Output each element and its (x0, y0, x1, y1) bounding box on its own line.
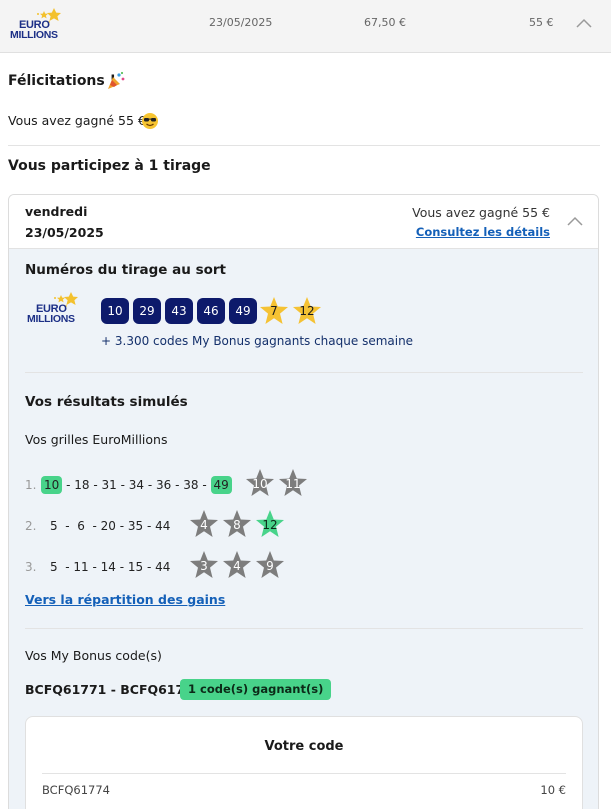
grids-label: Vos grilles EuroMillions (25, 432, 168, 447)
code-box-title: Votre code (264, 739, 344, 754)
bonus-codes-range: BCFQ61771 - BCFQ61797 (25, 682, 202, 697)
star-number: 7 (270, 304, 278, 318)
grid-row: 3. 5 - 11 - 14 - 15 - 44 3 4 9 (25, 550, 585, 582)
draw-ball: 49 (229, 298, 257, 324)
grid-star-hit: 12 (255, 509, 285, 539)
winning-codes-badge: 1 code(s) gagnant(s) (180, 679, 332, 700)
grid-row: 2. 5 - 6 - 20 - 35 - 44 4 8 12 (25, 509, 585, 541)
chevron-up-icon[interactable] (566, 215, 584, 227)
grid-number: 31 (101, 478, 117, 492)
repartition-link[interactable]: Vers la répartition des gains (25, 592, 225, 607)
grid-star: 9 (255, 550, 285, 580)
draw-date: 23/05/2025 (25, 225, 104, 240)
grid-star: 11 (278, 468, 308, 498)
draw-card: vendredi 23/05/2025 Vous avez gagné 55 €… (8, 194, 599, 809)
grid-number: 5 (50, 519, 58, 533)
star-number: 8 (233, 518, 241, 532)
grid-number: 11 (73, 560, 89, 574)
grid-numbers: 10 - 18 - 31 - 34 - 36 - 38 - 49 (41, 476, 232, 494)
grid-numbers: 5 - 11 - 14 - 15 - 44 (50, 560, 171, 574)
participate-title: Vous participez à 1 tirage (8, 158, 211, 174)
results-title: Vos résultats simulés (25, 394, 188, 410)
party-popper-icon (108, 71, 125, 89)
divider (8, 145, 600, 146)
draw-won-text: Vous avez gagné 55 € (412, 205, 550, 220)
grid-star: 10 (245, 468, 275, 498)
draw-ball: 29 (133, 298, 161, 324)
grid-row: 1. 10 - 18 - 31 - 34 - 36 - 38 - 49 10 1… (25, 468, 585, 500)
details-link[interactable]: Consultez les détails (416, 225, 550, 239)
star-number: 10 (252, 477, 268, 491)
bonus-codes-label: Vos My Bonus code(s) (25, 648, 162, 663)
divider (42, 773, 566, 774)
grid-number: 36 (156, 478, 172, 492)
grid-numbers: 5 - 6 - 20 - 35 - 44 (50, 519, 171, 533)
grid-number: 38 (183, 478, 199, 492)
bonus-code-amount: 10 € (540, 783, 566, 797)
grid-number-hit: 49 (210, 476, 232, 494)
grid-number: 35 (127, 519, 144, 533)
euromillions-logo: EURO MILLIONS (27, 292, 87, 326)
summary-won: 55 € (529, 16, 554, 29)
draw-lucky-star: 12 (292, 296, 322, 326)
summary-date: 23/05/2025 (209, 16, 273, 29)
grid-number: 20 (100, 519, 116, 533)
star-number: 9 (266, 559, 274, 573)
logo-millions-text: MILLIONS (27, 313, 75, 325)
logo-millions-text: MILLIONS (10, 29, 58, 41)
draw-numbers-title: Numéros du tirage au sort (25, 262, 226, 278)
won-amount-text: Vous avez gagné 55 € (8, 113, 146, 128)
euromillions-logo: EURO MILLIONS (10, 8, 70, 42)
chevron-up-icon[interactable] (575, 17, 593, 29)
divider (25, 372, 583, 373)
bonus-code-value: BCFQ61774 (42, 783, 110, 797)
draw-card-header[interactable]: vendredi 23/05/2025 Vous avez gagné 55 €… (9, 195, 598, 249)
grid-number: 5 (50, 560, 58, 574)
sunglasses-emoji-icon (142, 113, 158, 129)
draw-day: vendredi (25, 204, 88, 219)
star-number: 4 (200, 518, 208, 532)
congrats-title: Félicitations ! (8, 73, 116, 89)
bonus-code-box: Votre code BCFQ61774 10 € (25, 716, 583, 809)
star-number: 12 (299, 304, 315, 318)
bonus-note: + 3.300 codes My Bonus gagnants chaque s… (101, 334, 414, 348)
grid-star: 3 (189, 550, 219, 580)
draw-ball: 46 (197, 298, 225, 324)
star-number: 11 (285, 477, 301, 491)
grid-number: 15 (127, 560, 144, 574)
draw-ball: 43 (165, 298, 193, 324)
grid-number: 6 (77, 519, 85, 533)
grid-number-hit: 10 (41, 476, 63, 494)
draw-lucky-star: 7 (259, 296, 289, 326)
grid-star: 8 (222, 509, 252, 539)
grid-star: 4 (222, 550, 252, 580)
grid-number: 44 (155, 519, 171, 533)
star-number: 4 (233, 559, 241, 573)
star-number: 3 (200, 559, 208, 573)
grid-star: 4 (189, 509, 219, 539)
grid-number: 18 (74, 478, 90, 492)
grid-number: 44 (155, 560, 171, 574)
ticket-summary-row[interactable]: EURO MILLIONS 23/05/2025 67,50 € 55 € (0, 0, 611, 53)
divider (25, 628, 583, 629)
draw-ball: 10 (101, 298, 129, 324)
summary-price: 67,50 € (364, 16, 406, 29)
grid-index: 2. (25, 519, 37, 533)
grid-number: 34 (128, 478, 145, 492)
star-number: 12 (262, 518, 278, 532)
grid-number: 14 (100, 560, 116, 574)
grid-index: 3. (25, 560, 37, 574)
grid-index: 1. (25, 478, 37, 492)
